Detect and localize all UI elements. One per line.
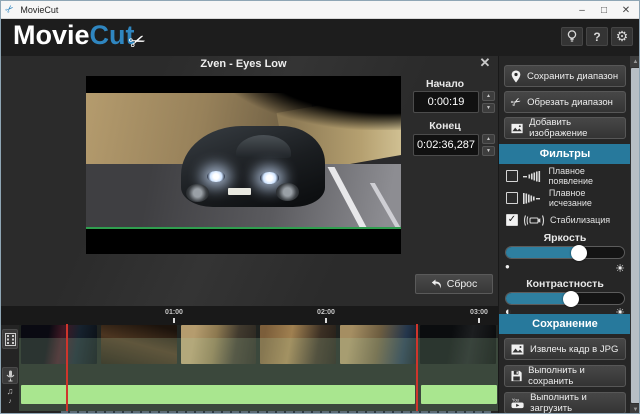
scissors-icon: ✂ bbox=[508, 93, 524, 110]
brightness-slider[interactable] bbox=[505, 246, 625, 259]
ruler-tick bbox=[325, 318, 327, 323]
range-end-marker[interactable] bbox=[416, 324, 418, 411]
logo-movie: Movie bbox=[13, 20, 90, 50]
filmstrip-icon bbox=[5, 333, 16, 346]
ruler-mark: 01:00 bbox=[165, 309, 183, 316]
scroll-up-arrow[interactable]: ▲ bbox=[630, 56, 640, 67]
contrast-thumb[interactable] bbox=[563, 291, 579, 307]
save-icon bbox=[511, 370, 522, 382]
checkbox-label: Плавное исчезание bbox=[549, 188, 628, 208]
extract-frame-button[interactable]: Извлечь кадр в JPG bbox=[504, 338, 626, 360]
fade-out-row[interactable]: Плавное исчезание bbox=[506, 191, 628, 205]
settings-button[interactable]: ⚙ bbox=[611, 27, 633, 46]
video-track-button[interactable] bbox=[2, 329, 18, 349]
start-label: Начало bbox=[411, 78, 479, 90]
checkbox-label: Стабилизация bbox=[550, 215, 610, 225]
button-label: Добавить изображение bbox=[529, 117, 625, 139]
audio-track-segment[interactable] bbox=[21, 385, 415, 404]
titlebar: ✂ MovieCut – □ ✕ bbox=[1, 1, 639, 19]
button-label: Выполнить и загрузить bbox=[530, 392, 625, 414]
cut-range-button[interactable]: ✂ Обрезать диапазон bbox=[504, 91, 626, 113]
contrast-slider[interactable] bbox=[505, 292, 625, 305]
save-range-button[interactable]: Сохранить диапазон bbox=[504, 65, 626, 87]
ruler-tick bbox=[478, 318, 480, 323]
timeline-ruler[interactable]: 01:00 02:00 03:00 bbox=[1, 306, 498, 325]
video-title: Zven - Eyes Low bbox=[86, 58, 401, 70]
brightness-min-icon: ● bbox=[505, 262, 510, 275]
window-title: MovieCut bbox=[20, 5, 58, 15]
stabilization-icon bbox=[523, 215, 545, 226]
fade-out-icon bbox=[523, 193, 544, 204]
close-clip-button[interactable]: ✕ bbox=[477, 55, 493, 71]
start-time-field[interactable]: 0:00:19 bbox=[413, 91, 479, 113]
app-header: MovieCut✂ ? ⚙ bbox=[1, 19, 639, 56]
fade-in-row[interactable]: Плавное появление bbox=[506, 169, 628, 183]
audio-track-segment[interactable] bbox=[421, 385, 497, 404]
sidebar-scrollbar-thumb[interactable] bbox=[631, 68, 640, 403]
fade-out-checkbox[interactable] bbox=[506, 192, 518, 204]
reset-button[interactable]: Сброс bbox=[415, 274, 493, 294]
brightness-max-icon: ☀ bbox=[615, 262, 625, 275]
filters-section-header: Фильтры bbox=[499, 144, 631, 164]
image-icon bbox=[511, 123, 523, 134]
pin-icon bbox=[511, 70, 521, 83]
reset-label: Сброс bbox=[447, 278, 478, 290]
svg-text:You: You bbox=[512, 398, 520, 403]
scissors-icon: ✂ bbox=[125, 27, 149, 56]
sidebar-scrollbar[interactable]: ▲ ▼ bbox=[630, 56, 640, 414]
image-icon bbox=[511, 344, 524, 355]
end-time-field[interactable]: 0:02:36,287 bbox=[413, 134, 479, 156]
tips-button[interactable] bbox=[561, 27, 583, 46]
end-down-button[interactable]: ▼ bbox=[482, 146, 495, 156]
start-down-button[interactable]: ▼ bbox=[482, 103, 495, 113]
gear-icon: ⚙ bbox=[616, 28, 629, 45]
help-button[interactable]: ? bbox=[586, 27, 608, 46]
ruler-tick bbox=[173, 318, 175, 323]
checkbox-label: Плавное появление bbox=[548, 166, 628, 186]
small-note-icon[interactable]: ♪ bbox=[8, 398, 12, 405]
music-note-icon[interactable]: ♫ bbox=[7, 386, 14, 396]
moviecut-window: ✂ MovieCut – □ ✕ MovieCut✂ ? ⚙ bbox=[0, 0, 640, 414]
stabilization-checkbox[interactable]: ✓ bbox=[506, 214, 518, 226]
microphone-icon bbox=[6, 370, 15, 382]
fade-in-checkbox[interactable] bbox=[506, 170, 518, 182]
sidebar: Сохранить диапазон ✂ Обрезать диапазон Д… bbox=[498, 56, 630, 414]
end-label: Конец bbox=[411, 120, 479, 132]
ruler-mark: 02:00 bbox=[317, 309, 335, 316]
minimize-button[interactable]: – bbox=[571, 1, 593, 19]
end-up-button[interactable]: ▲ bbox=[482, 134, 495, 144]
button-label: Извлечь кадр в JPG bbox=[530, 344, 618, 355]
start-up-button[interactable]: ▲ bbox=[482, 91, 495, 101]
fade-in-icon bbox=[523, 171, 544, 182]
range-start-marker[interactable] bbox=[66, 324, 68, 411]
video-player[interactable] bbox=[86, 76, 401, 254]
stabilization-row[interactable]: ✓ Стабилизация bbox=[506, 213, 628, 227]
app-icon: ✂ bbox=[3, 3, 17, 17]
add-image-button[interactable]: Добавить изображение bbox=[504, 117, 626, 139]
main-area: Zven - Eyes Low ✕ bbox=[1, 56, 498, 414]
button-label: Выполнить и сохранить bbox=[528, 365, 625, 387]
car-in-video bbox=[181, 126, 326, 208]
ruler-mark: 03:00 bbox=[470, 309, 488, 316]
button-label: Обрезать диапазон bbox=[527, 97, 613, 108]
scroll-down-arrow[interactable]: ▼ bbox=[630, 404, 640, 414]
saving-section-header: Сохранение bbox=[499, 314, 631, 334]
video-frame bbox=[86, 93, 401, 229]
undo-arrow-icon bbox=[431, 279, 442, 289]
button-label: Сохранить диапазон bbox=[527, 71, 618, 82]
brightness-thumb[interactable] bbox=[571, 245, 587, 261]
close-button[interactable]: ✕ bbox=[615, 1, 637, 19]
maximize-button[interactable]: □ bbox=[593, 1, 615, 19]
brightness-label: Яркость bbox=[499, 232, 631, 244]
execute-upload-button[interactable]: You Выполнить и загрузить bbox=[504, 392, 626, 414]
lightbulb-icon bbox=[567, 30, 577, 43]
timeline-tracks: ♫ ♪ bbox=[1, 325, 498, 414]
youtube-icon: You bbox=[511, 397, 524, 409]
record-voice-button[interactable] bbox=[2, 367, 18, 384]
track-icons-column: ♫ ♪ bbox=[1, 325, 19, 414]
contrast-label: Контрастность bbox=[499, 278, 631, 290]
help-icon: ? bbox=[593, 30, 600, 44]
execute-save-button[interactable]: Выполнить и сохранить bbox=[504, 365, 626, 387]
app-logo: MovieCut✂ bbox=[13, 20, 151, 51]
